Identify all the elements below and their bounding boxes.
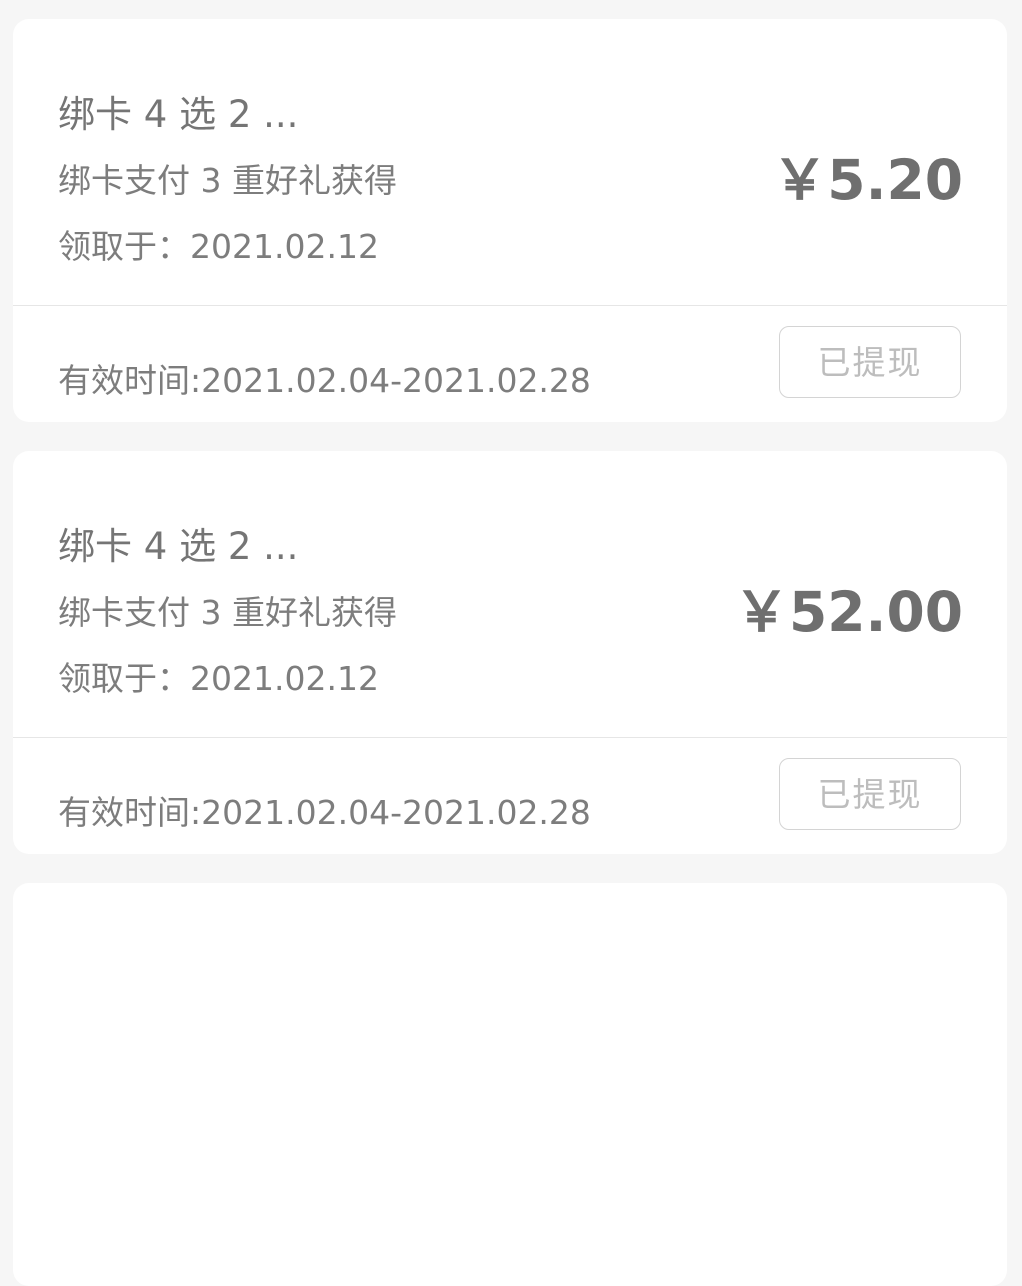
- card-divider: [13, 305, 1007, 306]
- coupon-received-date: 领取于：2021.02.12: [58, 227, 379, 266]
- withdrawn-status-button[interactable]: 已提现: [779, 758, 961, 830]
- coupon-card-partial: [13, 883, 1007, 1286]
- coupon-card-body: 绑卡 4 选 2 ... 绑卡支付 3 重好礼获得 领取于：2021.02.12…: [13, 19, 1007, 305]
- coupon-card-body: 绑卡 4 选 2 ... 绑卡支付 3 重好礼获得 领取于：2021.02.12…: [13, 451, 1007, 737]
- coupon-title: 绑卡 4 选 2 ...: [58, 93, 299, 136]
- coupon-title: 绑卡 4 选 2 ...: [58, 525, 299, 568]
- coupon-validity: 有效时间:2021.02.04-2021.02.28: [58, 793, 591, 832]
- coupon-received-date: 领取于：2021.02.12: [58, 659, 379, 698]
- coupon-amount: ￥5.20: [772, 148, 963, 212]
- coupon-validity: 有效时间:2021.02.04-2021.02.28: [58, 361, 591, 400]
- card-divider: [13, 737, 1007, 738]
- coupon-subtitle: 绑卡支付 3 重好礼获得: [58, 593, 397, 632]
- withdrawn-status-button[interactable]: 已提现: [779, 326, 961, 398]
- coupon-card: 绑卡 4 选 2 ... 绑卡支付 3 重好礼获得 领取于：2021.02.12…: [13, 19, 1007, 422]
- coupon-subtitle: 绑卡支付 3 重好礼获得: [58, 161, 397, 200]
- coupon-amount: ￥52.00: [734, 580, 963, 644]
- coupon-card: 绑卡 4 选 2 ... 绑卡支付 3 重好礼获得 领取于：2021.02.12…: [13, 451, 1007, 854]
